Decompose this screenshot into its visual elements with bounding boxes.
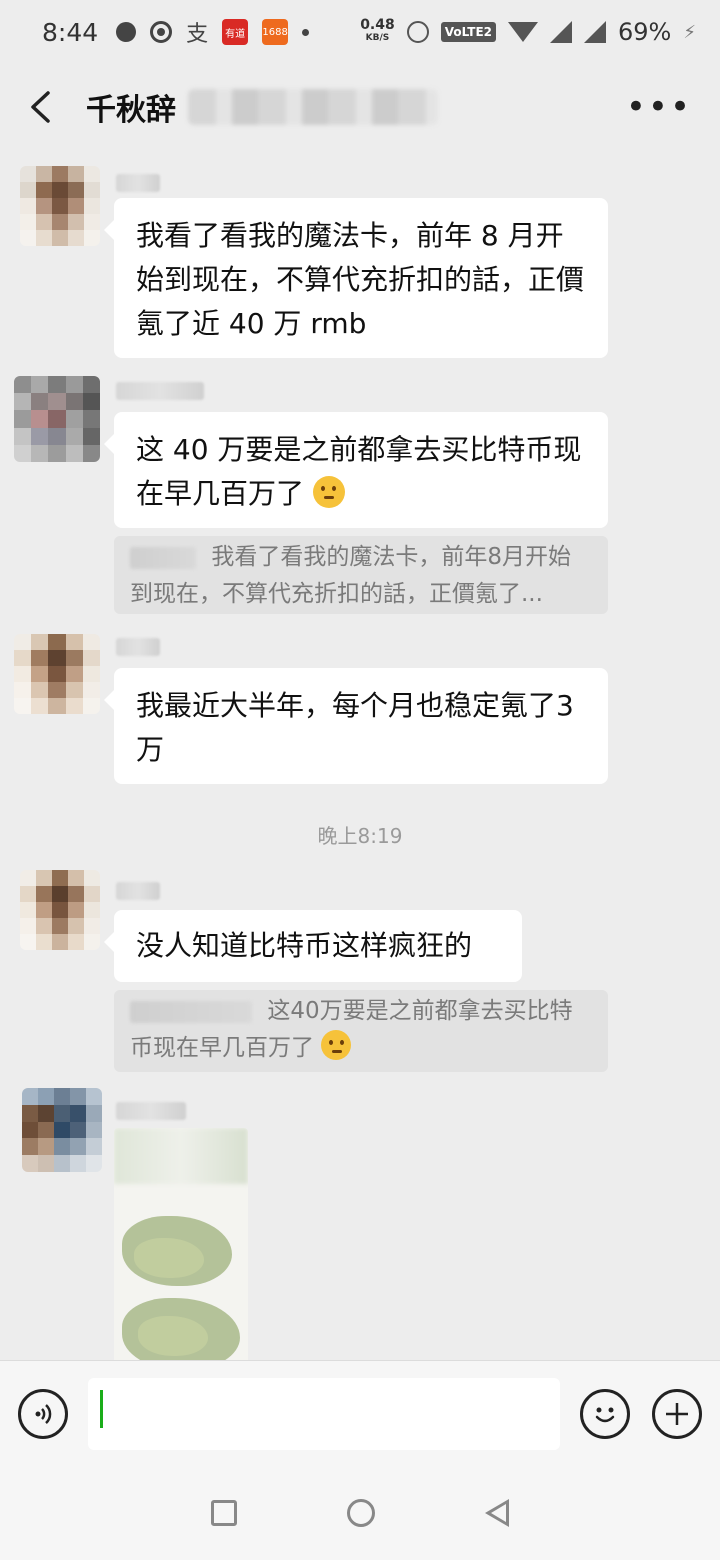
quote-sender-blurred — [130, 1000, 252, 1023]
input-bar — [0, 1360, 720, 1466]
volte-badge: VoLTE2 — [440, 22, 497, 42]
smiley-icon — [595, 1407, 615, 1422]
signal-icon — [550, 21, 573, 43]
message-bubble[interactable]: 这 40 万要是之前都拿去买比特币现在早几百万了 — [104, 412, 608, 528]
charging-icon: ⚡ — [683, 21, 696, 43]
message-text: 我最近大半年，每个月也稳定氪了3 万 — [136, 689, 574, 766]
sender-name-blurred — [116, 382, 204, 400]
recents-square-icon[interactable] — [211, 1500, 237, 1526]
back-triangle-icon[interactable] — [485, 1499, 509, 1527]
network-speed: 0.48 KB/S — [360, 17, 395, 45]
location-icon — [150, 21, 173, 43]
battery-percent: 69% — [618, 18, 672, 46]
message-text: 这 40 万要是之前都拿去买比特币现在早几百万了 — [136, 433, 582, 510]
sender-name-blurred — [116, 1102, 186, 1120]
more-notifications-icon — [302, 28, 310, 36]
avatar[interactable] — [14, 376, 100, 462]
youdao-app-icon: 有道 — [222, 19, 249, 45]
thinking-face-icon — [312, 476, 345, 508]
voice-input-button[interactable] — [18, 1388, 68, 1439]
blurred-title-suffix — [188, 89, 438, 125]
sender-name-blurred — [116, 174, 160, 192]
message-icon — [116, 22, 137, 42]
status-bar: 8:44 支 有道 1688 0.48 KB/S VoLTE2 69% ⚡ — [0, 0, 720, 64]
quoted-reply[interactable]: 这40万要是之前都拿去买比特币现在早几百万了 — [114, 990, 608, 1072]
status-time: 8:44 — [42, 17, 99, 47]
signal-2-icon — [584, 21, 607, 43]
more-dots-icon[interactable]: ••• — [626, 90, 692, 124]
chat-title: 千秋辞 — [86, 93, 176, 128]
avatar[interactable] — [20, 166, 100, 246]
message-text: 我看了看我的魔法卡，前年 8 月开始到现在，不算代充折扣的話，正價氪了近 40 … — [136, 219, 585, 340]
chat-area[interactable]: 我看了看我的魔法卡，前年 8 月开始到现在，不算代充折扣的話，正價氪了近 40 … — [0, 150, 720, 1360]
voice-wave-icon — [35, 1403, 52, 1424]
app-1688-icon: 1688 — [262, 19, 289, 45]
message-text: 没人知道比特币这样疯狂的 — [136, 929, 473, 962]
quote-sender-blurred — [130, 546, 196, 569]
message-bubble[interactable]: 我最近大半年，每个月也稳定氪了3 万 — [104, 668, 608, 784]
quoted-reply[interactable]: 我看了看我的魔法卡，前年8月开始到现在，不算代充折扣的話，正價氪了... — [114, 536, 608, 614]
message-bubble[interactable]: 没人知道比特币这样疯狂的 — [104, 910, 522, 982]
back-chevron-icon[interactable] — [28, 87, 68, 127]
wifi-icon — [508, 22, 539, 42]
thinking-face-icon — [321, 1030, 352, 1060]
avatar[interactable] — [22, 1088, 102, 1172]
plus-icon — [666, 1402, 688, 1425]
image-blurred-header — [114, 1128, 248, 1184]
quote-text: 我看了看我的魔法卡，前年8月开始到现在，不算代充折扣的話，正價氪了... — [130, 544, 571, 607]
map-shape — [138, 1316, 208, 1356]
alipay-icon: 支 — [186, 22, 209, 47]
network-speed-value: 0.48 — [360, 17, 395, 33]
sender-name-blurred — [116, 882, 160, 900]
map-image-message[interactable] — [114, 1128, 248, 1360]
message-bubble[interactable]: 我看了看我的魔法卡，前年 8 月开始到现在，不算代充折扣的話，正價氪了近 40 … — [104, 198, 608, 358]
more-functions-button[interactable] — [652, 1388, 702, 1439]
chat-header: 千秋辞 ••• — [0, 64, 720, 150]
home-circle-icon[interactable] — [347, 1499, 375, 1527]
message-input[interactable] — [88, 1377, 560, 1450]
sender-name-blurred — [116, 638, 160, 656]
avatar[interactable] — [14, 634, 100, 714]
time-separator: 晚上8:19 — [317, 824, 403, 848]
network-speed-unit: KB/S — [365, 33, 390, 43]
text-caret — [100, 1390, 103, 1428]
avatar[interactable] — [20, 870, 100, 950]
system-nav-bar — [0, 1466, 720, 1560]
alarm-icon — [406, 21, 429, 43]
emoji-button[interactable] — [580, 1388, 630, 1439]
map-shape — [134, 1238, 204, 1278]
